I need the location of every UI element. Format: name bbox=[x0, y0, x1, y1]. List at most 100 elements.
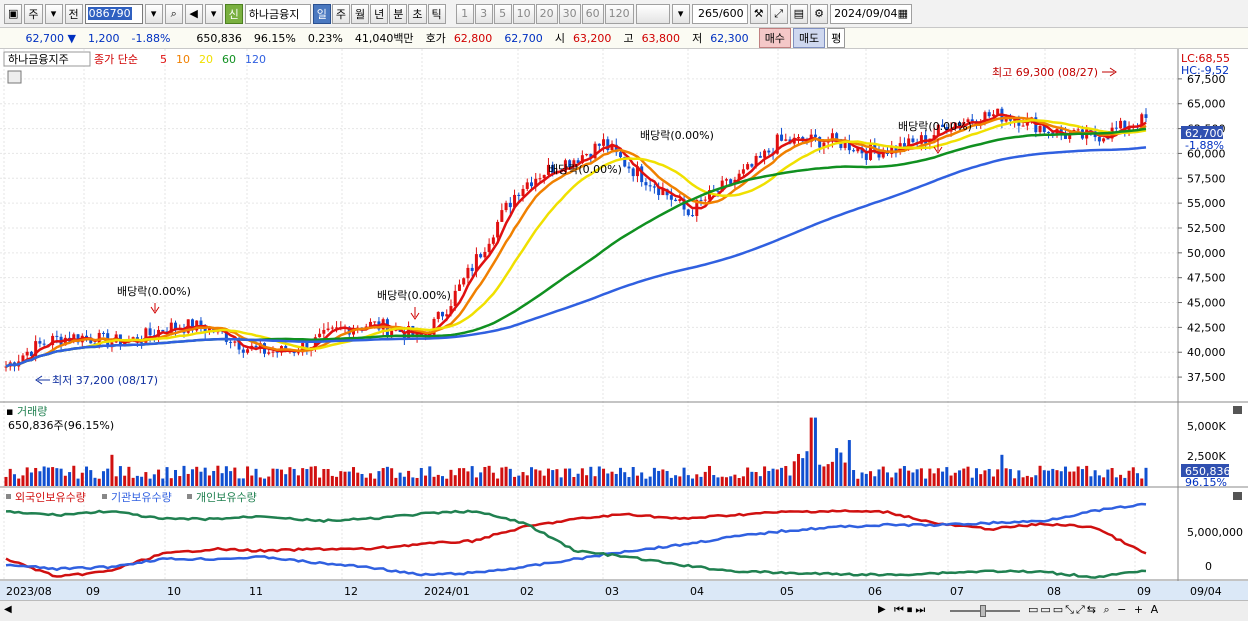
layout-icon[interactable]: ▣ bbox=[4, 3, 23, 24]
interval-tab[interactable]: 120 bbox=[604, 3, 634, 24]
period-tab[interactable]: 월 bbox=[351, 3, 370, 24]
volume-bar bbox=[216, 465, 220, 486]
panel-close-icon[interactable] bbox=[1233, 406, 1242, 414]
volume-bar bbox=[724, 477, 728, 486]
volume-bar bbox=[1042, 470, 1046, 486]
x-tick: 03 bbox=[605, 585, 619, 598]
sell-button[interactable]: 매도 bbox=[792, 28, 826, 48]
x-tick: 12 bbox=[344, 585, 358, 598]
candle bbox=[462, 278, 466, 285]
candle bbox=[487, 243, 491, 252]
period-tab[interactable]: 일 bbox=[312, 3, 331, 24]
type-select[interactable]: 주 bbox=[24, 3, 43, 24]
candle bbox=[25, 351, 29, 356]
candle bbox=[852, 150, 856, 152]
scroll-left-icon[interactable]: ◀ bbox=[4, 604, 12, 615]
volume-bar bbox=[1076, 466, 1080, 486]
buy-button[interactable]: 매수 bbox=[758, 28, 791, 48]
current-pct-axis-label: -1.88% bbox=[1185, 139, 1224, 152]
volume-bar bbox=[563, 468, 567, 486]
volume-bar bbox=[657, 470, 661, 486]
volume-bar bbox=[1059, 471, 1063, 486]
candle bbox=[911, 138, 915, 143]
chart-view-tools[interactable]: ▭▭▭⤡⤢⇆ ⌕ − + A bbox=[1028, 603, 1160, 617]
volume-bar bbox=[68, 472, 72, 486]
volume-bar bbox=[144, 472, 148, 486]
candle bbox=[42, 343, 46, 345]
volume-bar bbox=[449, 469, 453, 486]
volume-bar bbox=[470, 466, 474, 486]
interval-tab[interactable]: 60 bbox=[581, 3, 604, 24]
x-tick: 10 bbox=[167, 585, 181, 598]
period-tab[interactable]: 년 bbox=[370, 3, 389, 24]
candle bbox=[686, 209, 690, 216]
volume-bar bbox=[665, 471, 669, 486]
playback-controls[interactable]: ⏮⏹⏭ bbox=[894, 603, 928, 617]
volume-bar bbox=[93, 477, 97, 486]
interval-tab[interactable]: 20 bbox=[535, 3, 558, 24]
volume-bar bbox=[809, 417, 813, 486]
volume-bar bbox=[246, 466, 250, 486]
price-tick: 52,500 bbox=[1187, 222, 1226, 235]
scroll-right-icon[interactable]: ▶ bbox=[878, 604, 886, 615]
volume-bar bbox=[135, 475, 139, 486]
chart-tools-icon[interactable]: ⚒ bbox=[749, 3, 768, 24]
x-tick: 09 bbox=[1137, 585, 1151, 598]
volume-bar bbox=[741, 476, 745, 486]
chevron-down-icon[interactable]: ▾ bbox=[671, 3, 690, 24]
candle bbox=[254, 345, 258, 348]
dividend-note: 배당락(0.00%) bbox=[117, 285, 191, 298]
candle bbox=[1102, 138, 1106, 142]
candle bbox=[674, 199, 678, 201]
average-button[interactable]: 평 bbox=[827, 28, 846, 48]
shin-button[interactable]: 신 bbox=[224, 3, 243, 24]
volume-bar bbox=[203, 467, 207, 486]
volume-bar bbox=[12, 474, 16, 486]
panel-close-icon[interactable] bbox=[1233, 492, 1242, 500]
volume-bar bbox=[593, 476, 597, 486]
speaker-icon[interactable]: ◀ bbox=[184, 3, 203, 24]
interval-tab[interactable]: 3 bbox=[474, 3, 493, 24]
prefix-button[interactable]: 전 bbox=[64, 3, 83, 24]
interval-tab[interactable]: 5 bbox=[493, 3, 512, 24]
candle bbox=[479, 254, 483, 258]
zoom-slider-handle[interactable] bbox=[980, 605, 986, 617]
date-input[interactable]: 2024/09/04 ▦ bbox=[830, 3, 913, 24]
stock-code-input[interactable]: 086790 bbox=[84, 3, 143, 24]
gear-icon[interactable]: ⚙ bbox=[810, 3, 829, 24]
chevron-down-icon[interactable]: ▾ bbox=[204, 3, 223, 24]
volume-bar bbox=[568, 468, 572, 486]
period-tab[interactable]: 초 bbox=[408, 3, 427, 24]
save-icon[interactable]: ▤ bbox=[789, 3, 809, 24]
period-tab[interactable]: 주 bbox=[331, 3, 351, 24]
candle bbox=[140, 342, 144, 344]
volume-bar bbox=[678, 476, 682, 486]
volume-bar bbox=[915, 469, 919, 486]
volume-bar bbox=[157, 469, 161, 486]
interval-tab[interactable]: 1 bbox=[455, 3, 474, 24]
volume-bar bbox=[178, 476, 182, 486]
count-input[interactable]: 265/600 bbox=[691, 3, 748, 24]
candle bbox=[835, 133, 839, 140]
chevron-down-icon[interactable]: ▾ bbox=[144, 3, 163, 24]
interval-tab[interactable]: 10 bbox=[512, 3, 535, 24]
price-tick: 57,500 bbox=[1187, 172, 1226, 185]
scrollbar[interactable]: ◀ ▶ ⏮⏹⏭ ▭▭▭⤡⤢⇆ ⌕ − + A bbox=[0, 600, 1248, 621]
interval-tab[interactable]: 30 bbox=[558, 3, 581, 24]
candle bbox=[318, 333, 322, 338]
period-tab[interactable]: 분 bbox=[389, 3, 408, 24]
draw-icon[interactable]: ⤢ bbox=[769, 3, 788, 24]
volume-bar bbox=[441, 476, 445, 486]
volume-bar bbox=[1106, 469, 1110, 486]
chart-area[interactable]: 하나금융지주 종가 단순 5 10 20 60 120 LC:68,55 HC:-9,5… bbox=[0, 49, 1248, 600]
calendar-icon[interactable]: ▦ bbox=[898, 7, 908, 20]
volume-bar bbox=[1085, 465, 1089, 486]
panel-options-icon[interactable] bbox=[7, 70, 22, 84]
search-icon[interactable]: ⌕ bbox=[164, 3, 183, 24]
period-tab[interactable]: 틱 bbox=[427, 3, 446, 24]
interval-select[interactable] bbox=[635, 3, 670, 24]
volume-bar bbox=[852, 470, 856, 486]
volume-bar bbox=[737, 478, 741, 486]
volume-bar bbox=[801, 458, 805, 486]
chevron-down-icon[interactable]: ▾ bbox=[44, 3, 63, 24]
